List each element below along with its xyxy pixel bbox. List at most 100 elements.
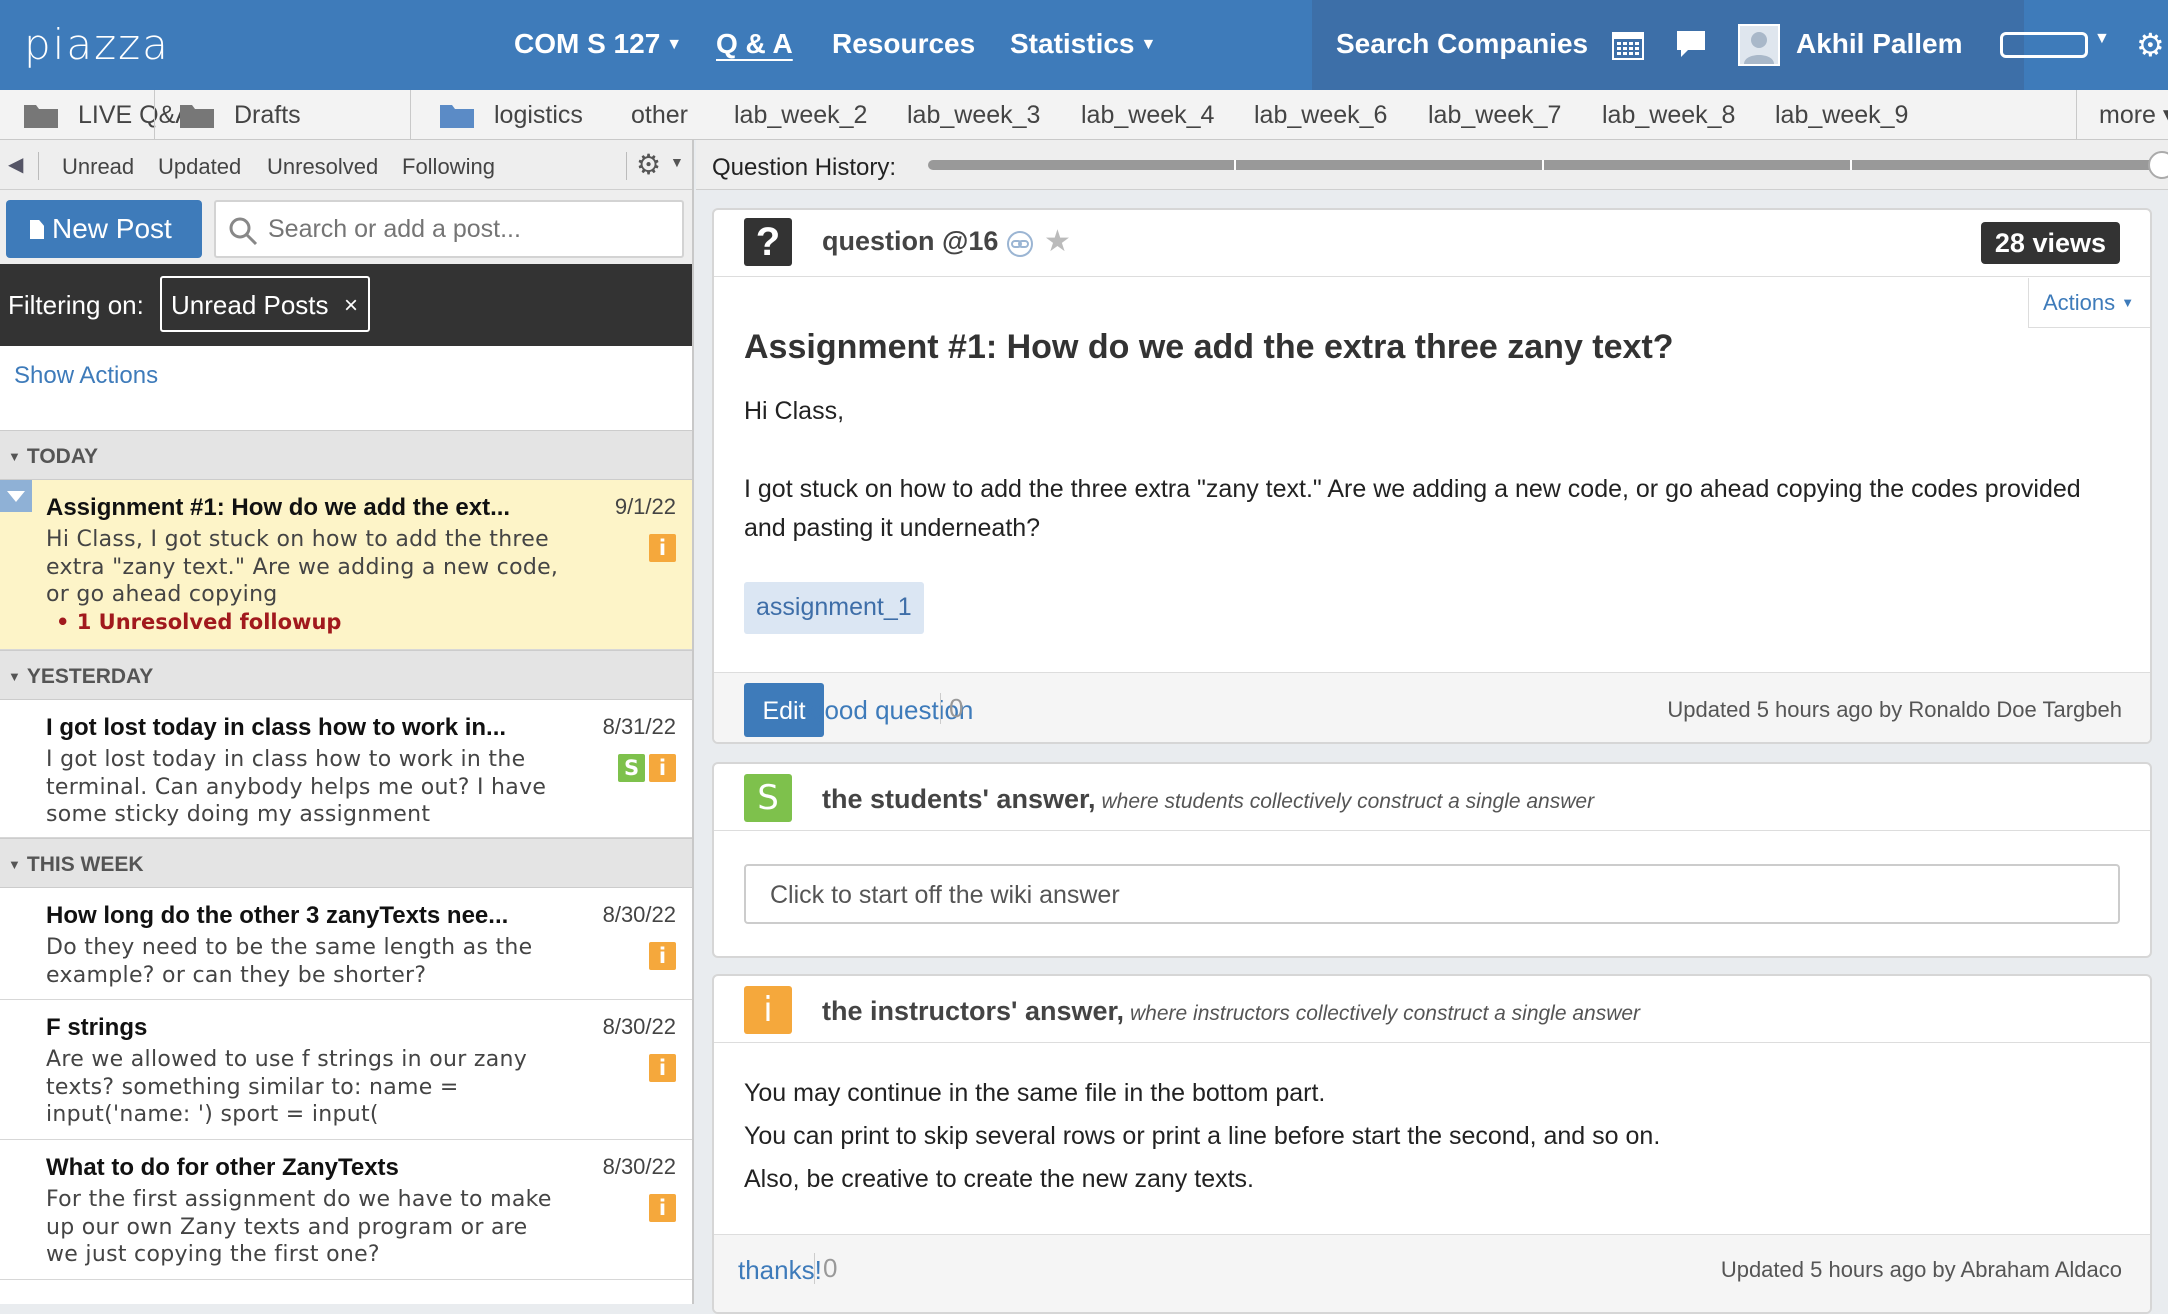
course-dropdown[interactable]: COM S 127 ▼ [514, 28, 682, 60]
chevron-down-icon[interactable]: ▼ [670, 154, 684, 170]
folder-label: logistics [494, 100, 583, 129]
new-post-button[interactable]: New Post [6, 200, 202, 258]
nav-qa-link[interactable]: Q & A [716, 28, 793, 60]
new-post-label: New Post [52, 213, 172, 244]
unresolved-followup: • 1 Unresolved followup [56, 610, 342, 634]
chevron-down-icon: ▼ [1140, 36, 1157, 53]
section-label: THIS WEEK [26, 853, 144, 876]
views-badge: 28 views [1980, 222, 2120, 264]
students-answer-subtitle: where students collectively construct a … [1101, 790, 1595, 813]
instructors-answer-card: i the instructors' answer, where instruct… [712, 974, 2152, 1314]
post-snippet: Hi Class, I got stuck on how to add the … [46, 527, 559, 607]
chevron-down-icon: ▼ [2121, 295, 2135, 310]
triangle-down-icon: ▼ [8, 857, 21, 872]
wiki-answer-input[interactable]: Click to start off the wiki answer [744, 864, 2120, 924]
gear-icon[interactable]: ⚙ [2136, 26, 2165, 64]
post-title: F strings [46, 1014, 148, 1041]
instructor-badge-icon: i [649, 1054, 676, 1082]
filter-chip-unread-posts[interactable]: Unread Posts × [160, 276, 370, 332]
thanks-button[interactable]: thanks! [738, 1255, 822, 1286]
filter-updated[interactable]: Updated [158, 154, 241, 180]
instructors-answer-title: the instructors' answer, where instructor… [822, 996, 1640, 1027]
star-icon[interactable]: ★ [1044, 224, 1071, 259]
history-slider-track[interactable] [928, 160, 2168, 170]
post-snippet: Do they need to be the same length as th… [46, 935, 533, 988]
post-date: 8/31/22 [602, 714, 676, 739]
post-item[interactable]: How long do the other 3 zanyTexts nee...… [0, 888, 692, 1000]
folder-lab-week-6[interactable]: lab_week_6 [1254, 98, 1387, 132]
search-input[interactable] [266, 214, 666, 245]
nav-resources-link[interactable]: Resources [832, 28, 975, 60]
followup-label: 1 Unresolved followup [76, 610, 342, 634]
post-item[interactable]: What to do for other ZanyTexts 8/30/22 F… [0, 1140, 692, 1280]
good-question-count: 0 [940, 693, 963, 724]
instructor-badge-icon: i [649, 942, 676, 970]
question-footer: Edit good question 0 Updated 5 hours ago… [714, 672, 2150, 742]
folder-live-qa[interactable]: LIVE Q&A [24, 98, 192, 132]
folder-lab-week-8[interactable]: lab_week_8 [1602, 98, 1735, 132]
triangle-down-icon: ▼ [8, 669, 21, 684]
chat-icon[interactable] [1676, 30, 1706, 58]
post-list-panel: ◀ Unread Updated Unresolved Following ⚙ … [0, 140, 694, 1304]
folder-lab-week-9[interactable]: lab_week_9 [1775, 98, 1908, 132]
post-item[interactable]: F strings 8/30/22 Are we allowed to use … [0, 1000, 692, 1140]
folder-lab-week-4[interactable]: lab_week_4 [1081, 98, 1214, 132]
search-box[interactable] [214, 200, 684, 258]
gear-icon[interactable]: ⚙ [636, 148, 661, 181]
chevron-down-icon[interactable]: ▼ [2094, 30, 2110, 48]
question-card: ? question @16 ★ 28 views Actions ▼ Assi… [712, 208, 2152, 744]
statistics-dropdown[interactable]: Statistics ▼ [1010, 28, 1156, 60]
folders-more-dropdown[interactable]: more ▾ [2076, 90, 2168, 140]
folder-label: Drafts [234, 100, 301, 129]
more-label: more [2099, 101, 2156, 129]
section-today[interactable]: ▼ TODAY [0, 430, 692, 480]
students-answer-heading: the students' answer, [822, 784, 1096, 814]
instructor-badge-icon: i [649, 534, 676, 562]
section-this-week[interactable]: ▼ THIS WEEK [0, 838, 692, 888]
folder-lab-week-7[interactable]: lab_week_7 [1428, 98, 1561, 132]
folder-icon [440, 105, 474, 128]
folder-other[interactable]: other [631, 98, 688, 132]
post-snippet: I got lost today in class how to work in… [46, 747, 547, 827]
statistics-label: Statistics [1010, 28, 1135, 59]
actions-dropdown[interactable]: Actions ▼ [2028, 278, 2150, 328]
post-item[interactable]: I got lost today in class how to work in… [0, 700, 692, 838]
folder-lab-week-2[interactable]: lab_week_2 [734, 98, 867, 132]
post-date: 8/30/22 [602, 1014, 676, 1039]
history-label: Question History: [712, 154, 897, 181]
filter-following[interactable]: Following [402, 154, 495, 180]
filter-unread[interactable]: Unread [62, 154, 134, 180]
post-item[interactable]: Assignment #1: How do we add the ext... … [0, 480, 692, 650]
close-icon[interactable]: × [344, 292, 358, 320]
answer-line: You can print to skip several rows or pr… [744, 1122, 1661, 1150]
question-title: Assignment #1: How do we add the extra t… [744, 328, 1674, 366]
piazza-logo[interactable]: piazza [24, 20, 170, 69]
folder-lab-week-3[interactable]: lab_week_3 [907, 98, 1040, 132]
history-slider-handle[interactable] [2148, 151, 2168, 179]
student-answer-icon: S [744, 774, 792, 822]
user-silhouette-icon [1744, 32, 1774, 64]
user-menu[interactable]: Akhil Pallem [1724, 0, 2024, 90]
instructors-answer-footer: thanks! 0 Updated 5 hours ago by Abraham… [714, 1234, 2150, 1312]
question-body: Hi Class, I got stuck on how to add the … [744, 392, 2124, 587]
answer-updated-text: Updated 5 hours ago by Abraham Aldaco [1720, 1257, 2122, 1282]
folder-logistics[interactable]: logistics [440, 98, 583, 132]
students-answer-card: S the students' answer, where students co… [712, 762, 2152, 958]
search-companies-link[interactable]: Search Companies [1336, 28, 1588, 60]
folder-drafts[interactable]: Drafts [180, 98, 301, 132]
section-yesterday[interactable]: ▼ YESTERDAY [0, 650, 692, 700]
question-greeting: Hi Class, [744, 397, 845, 425]
question-icon: ? [744, 218, 792, 266]
tag-assignment-1[interactable]: assignment_1 [744, 582, 924, 634]
account-toggle[interactable] [2000, 32, 2088, 58]
answer-line: Also, be creative to create the new zany… [744, 1165, 1254, 1193]
post-date: 8/30/22 [602, 902, 676, 927]
collapse-arrow-icon[interactable]: ◀ [8, 152, 23, 177]
filtering-bar: Filtering on: Unread Posts × [0, 264, 692, 346]
search-icon [229, 217, 258, 246]
filter-unresolved[interactable]: Unresolved [267, 154, 378, 180]
show-actions-link[interactable]: Show Actions [14, 362, 158, 390]
link-icon[interactable] [1006, 230, 1034, 258]
calendar-icon[interactable] [1612, 30, 1644, 60]
instructors-answer-heading: the instructors' answer, [822, 996, 1125, 1026]
